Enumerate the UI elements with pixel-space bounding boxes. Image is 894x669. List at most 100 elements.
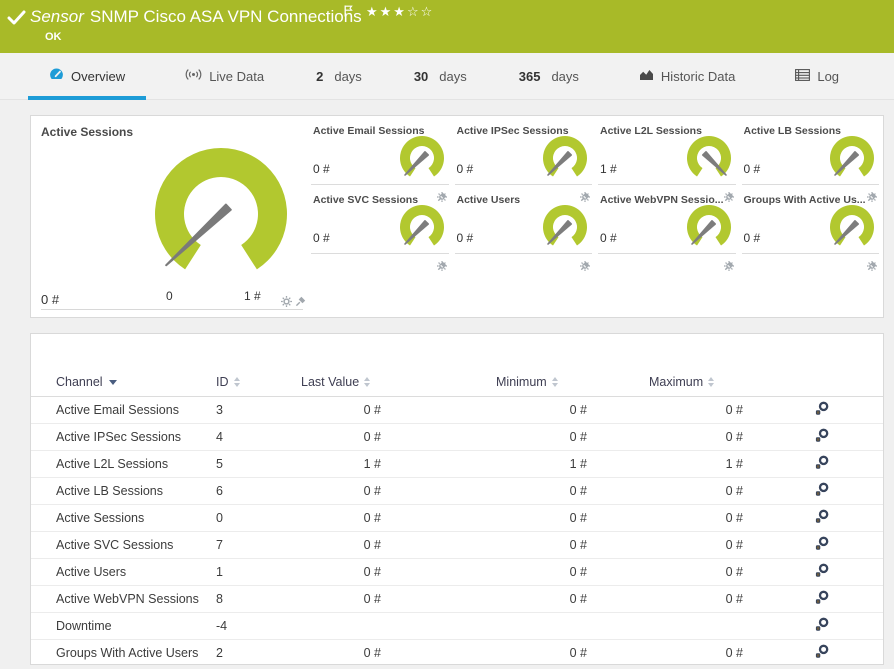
gauge-value: 0 # xyxy=(313,162,330,176)
column-header-channel[interactable]: Channel xyxy=(31,368,216,397)
channel-settings-icon[interactable] xyxy=(814,536,829,551)
table-header-row: Channel ID Last Value Minimum Maximum xyxy=(31,368,883,397)
gauge-value: 0 # xyxy=(600,231,617,245)
tab-2-days[interactable]: 2 days xyxy=(295,53,383,99)
column-header-minimum[interactable]: Minimum xyxy=(396,368,602,397)
channel-maximum: 0 # xyxy=(602,423,758,451)
tab-overview[interactable]: Overview xyxy=(28,53,147,100)
channel-minimum: 0 # xyxy=(396,423,602,451)
gauge-dial xyxy=(543,136,587,177)
channel-settings-icon[interactable] xyxy=(814,617,829,632)
channel-last-value: 0 # xyxy=(301,585,396,613)
gauge-dial xyxy=(830,136,874,177)
channel-settings-icon[interactable] xyxy=(814,509,829,524)
channel-minimum: 0 # xyxy=(396,558,602,586)
channel-name[interactable]: Active Users xyxy=(31,558,216,586)
small-gauge: Groups With Active Us... 0 # xyxy=(741,191,879,271)
sensor-name: SNMP Cisco ASA VPN Connections xyxy=(89,7,362,26)
tab-live-data[interactable]: Live Data xyxy=(164,53,285,99)
tab-day-number: 2 xyxy=(316,68,324,84)
channel-last-value: 0 # xyxy=(301,504,396,532)
channel-last-value: 0 # xyxy=(301,477,396,505)
channel-last-value: 0 # xyxy=(301,639,396,664)
tab-log[interactable]: Log xyxy=(774,53,860,99)
gauge-scale-max: 1 # xyxy=(244,289,261,303)
sort-icon xyxy=(364,377,371,388)
channel-id: 5 xyxy=(216,450,301,478)
priority-stars[interactable]: ★★★☆☆ xyxy=(366,5,434,20)
tab-historic-data[interactable]: Historic Data xyxy=(618,53,756,99)
channel-settings-icon[interactable] xyxy=(814,401,829,416)
column-header-maximum[interactable]: Maximum xyxy=(602,368,758,397)
channel-name[interactable]: Active SVC Sessions xyxy=(31,531,216,559)
channel-settings-icon[interactable] xyxy=(814,563,829,578)
channel-id: 2 xyxy=(216,639,301,664)
tab-day-number: 30 xyxy=(413,68,429,84)
gauge-dial xyxy=(686,205,731,246)
channel-settings-icon[interactable] xyxy=(814,644,829,659)
gauge-value: 0 # xyxy=(743,162,761,176)
channel-settings-icon[interactable] xyxy=(814,455,829,470)
channel-settings-icon[interactable] xyxy=(814,482,829,497)
channels-table-body: Active Email Sessions 3 0 # 0 # 0 # Acti… xyxy=(31,396,883,664)
channel-name[interactable]: Active Email Sessions xyxy=(31,396,216,424)
status-check-icon xyxy=(7,10,27,31)
column-label: Minimum xyxy=(496,374,547,389)
gauge-dial xyxy=(399,136,444,177)
channel-name[interactable]: Active L2L Sessions xyxy=(31,450,216,478)
channel-settings-icon[interactable] xyxy=(814,428,829,443)
gauge-value: 0 # xyxy=(41,292,60,307)
table-row: Active LB Sessions 6 0 # 0 # 0 # xyxy=(31,477,883,505)
channel-id: 1 xyxy=(216,558,301,586)
tab-30-days[interactable]: 30 days xyxy=(393,53,488,99)
column-label: Last Value xyxy=(301,374,360,389)
channel-name[interactable]: Groups With Active Users xyxy=(31,639,216,664)
column-label: ID xyxy=(216,374,229,389)
channel-id: 0 xyxy=(216,504,301,532)
channel-maximum xyxy=(602,612,758,640)
sensor-word: Sensor xyxy=(30,7,84,26)
gauges-panel: Active Sessions 0 # 0 1 # Active Email S… xyxy=(30,115,884,318)
tab-settings[interactable]: Settings xyxy=(878,53,894,99)
channel-name[interactable]: Downtime xyxy=(31,612,216,640)
table-row: Downtime -4 xyxy=(31,612,883,640)
table-row: Groups With Active Users 2 0 # 0 # 0 # xyxy=(31,639,883,664)
table-row: Active IPSec Sessions 4 0 # 0 # 0 # xyxy=(31,423,883,451)
channel-name[interactable]: Active Sessions xyxy=(31,504,216,532)
column-header-settings xyxy=(758,368,883,397)
small-gauge: Active L2L Sessions 1 # xyxy=(598,122,736,202)
gauge-dial xyxy=(399,205,444,246)
small-gauge: Active Users 0 # xyxy=(454,191,592,271)
tab-bar: Overview Live Data 2 days 30 days 365 da… xyxy=(0,53,894,100)
overview-gauge-icon xyxy=(49,67,64,85)
channel-id: 4 xyxy=(216,423,301,451)
channel-settings-icon[interactable] xyxy=(814,590,829,605)
channel-name[interactable]: Active IPSec Sessions xyxy=(31,423,216,451)
tab-day-number: 365 xyxy=(518,68,541,84)
channel-minimum: 0 # xyxy=(396,396,602,424)
channel-name[interactable]: Active LB Sessions xyxy=(31,477,216,505)
tab-label: Log xyxy=(817,68,840,84)
flag-icon[interactable] xyxy=(344,4,353,22)
tab-label: Overview xyxy=(71,68,126,84)
tab-365-days[interactable]: 365 days xyxy=(498,53,600,99)
column-header-last-value[interactable]: Last Value xyxy=(301,368,396,397)
page-title: Sensor SNMP Cisco ASA VPN Connections xyxy=(30,7,362,27)
main-gauge: Active Sessions 0 # 0 1 # xyxy=(31,116,311,317)
small-gauge: Active LB Sessions 0 # xyxy=(741,122,879,202)
table-row: Active Email Sessions 3 0 # 0 # 0 # xyxy=(31,396,883,424)
channel-name[interactable]: Active WebVPN Sessions xyxy=(31,585,216,613)
channel-minimum xyxy=(396,612,602,640)
gauge-title: Active Sessions xyxy=(41,125,134,139)
small-gauge: Active WebVPN Sessio... 0 # xyxy=(598,191,736,271)
column-header-id[interactable]: ID xyxy=(216,368,301,397)
small-gauge: Active SVC Sessions 0 # xyxy=(311,191,449,271)
channel-id: 6 xyxy=(216,477,301,505)
channel-minimum: 1 # xyxy=(396,450,602,478)
log-list-icon xyxy=(795,68,811,84)
gauge-gear-icon[interactable] xyxy=(281,296,292,307)
channel-last-value: 1 # xyxy=(301,450,396,478)
gauge-dial xyxy=(686,136,731,177)
channel-maximum: 1 # xyxy=(602,450,758,478)
gauge-pin-icon[interactable] xyxy=(295,296,306,307)
